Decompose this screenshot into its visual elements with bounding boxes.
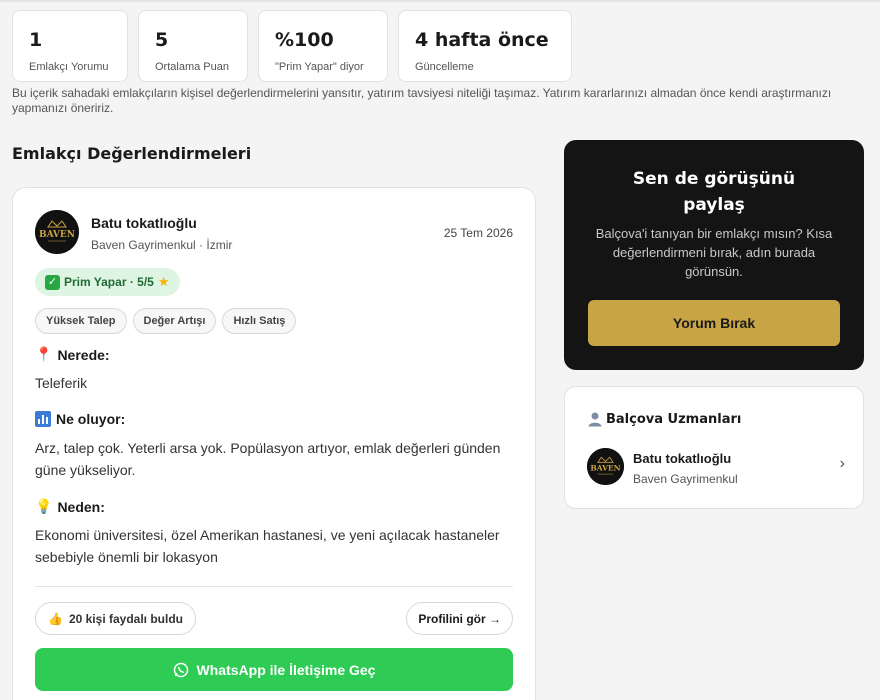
agent-avatar[interactable]: BAVEN	[35, 210, 79, 254]
helpful-label: 20 kişi faydalı buldu	[68, 611, 183, 626]
stat-review-count: 1 Emlakçı Yorumu	[12, 10, 128, 82]
star-icon: ★	[157, 274, 170, 289]
thumbs-up-icon: 👍	[48, 611, 63, 626]
avatar-lettering: BAVEN	[39, 230, 75, 240]
experts-card: Balçova Uzmanları BAVEN Batu tokatlıoğlu…	[564, 386, 864, 509]
tag: Değer Artışı	[132, 308, 217, 334]
why-text: Ekonomi üniversitesi, özel Amerikan hast…	[35, 527, 500, 565]
stat-value: %100	[275, 29, 334, 51]
stat-value: 1	[29, 29, 43, 51]
tag: Yüksek Talep	[35, 308, 127, 334]
tag-list: Yüksek Talep Değer Artışı Hızlı Satış	[35, 308, 297, 334]
review-date: 25 Tem 2026	[443, 226, 513, 240]
what-text: Arz, talep çok. Yeterli arsa yok. Popüla…	[35, 440, 501, 478]
pin-icon: 📍	[35, 346, 53, 362]
chevron-right-icon: ›	[839, 455, 845, 472]
stat-last-update: 4 hafta önce Güncelleme	[398, 10, 572, 82]
stat-label: Güncelleme	[415, 61, 474, 73]
stat-value: 4 hafta önce	[415, 29, 549, 51]
cta-title: Sen de görüşünü paylaş	[564, 166, 864, 218]
stat-label: Emlakçı Yorumu	[29, 61, 109, 73]
what-label: Ne oluyor:	[56, 411, 126, 427]
verdict-text: Prim Yapar · 5/5	[64, 275, 154, 289]
helpful-button[interactable]: 👍 20 kişi faydalı buldu	[35, 602, 196, 635]
stat-prim-yapar-ratio: %100 "Prim Yapar" diyor	[258, 10, 388, 82]
stat-label: Ortalama Puan	[155, 61, 229, 73]
where-label: Nerede:	[57, 346, 110, 363]
verdict-badge: ✓ Prim Yapar · 5/5 ★	[35, 268, 180, 296]
expert-avatar: BAVEN	[587, 448, 624, 485]
lightbulb-icon: 💡	[35, 498, 53, 514]
avatar-lettering: BAVEN	[590, 464, 620, 473]
why-heading: 💡 Neden:	[35, 498, 105, 515]
whatsapp-icon	[173, 662, 188, 677]
stats-row: 1 Emlakçı Yorumu 5 Ortalama Puan %100 "P…	[12, 10, 572, 82]
agent-name[interactable]: Batu tokatlıoğlu	[91, 215, 197, 231]
expert-name: Batu tokatlıoğlu	[633, 451, 732, 466]
whatsapp-label: WhatsApp ile İletişime Geç	[196, 661, 376, 678]
where-heading: 📍 Nerede:	[35, 346, 110, 363]
check-icon: ✓	[45, 274, 60, 290]
expert-list-item[interactable]: BAVEN Batu tokatlıoğlu Baven Gayrimenkul…	[587, 445, 845, 489]
person-icon	[588, 412, 602, 427]
card-divider	[35, 586, 513, 587]
tag: Hızlı Satış	[222, 308, 297, 334]
section-title: Emlakçı Değerlendirmeleri	[12, 144, 252, 163]
baven-logo: BAVEN	[35, 210, 79, 254]
stat-average-score: 5 Ortalama Puan	[138, 10, 248, 82]
disclaimer-text: Bu içerik sahadaki emlakçıların kişisel …	[12, 86, 832, 115]
stat-label: "Prim Yapar" diyor	[275, 61, 364, 73]
leave-review-button[interactable]: Yorum Bırak	[588, 300, 840, 346]
what-heading: Ne oluyor:	[35, 411, 125, 427]
expert-agency: Baven Gayrimenkul	[633, 472, 738, 486]
bar-chart-icon	[35, 411, 51, 427]
experts-title: Balçova Uzmanları	[587, 411, 741, 427]
view-profile-button[interactable]: Profilini gör →	[406, 602, 513, 635]
baven-logo: BAVEN	[587, 448, 624, 485]
review-card: BAVEN Batu tokatlıoğlu Baven Gayrimenkul…	[12, 187, 536, 700]
where-text: Teleferik	[35, 375, 88, 391]
top-divider	[0, 0, 880, 2]
agent-agency: Baven Gayrimenkul · İzmir	[91, 238, 233, 252]
cta-title-line: Sen de görüşünü	[632, 169, 796, 189]
cta-card: Sen de görüşünü paylaş Balçova'i tanıyan…	[564, 140, 864, 370]
why-label: Neden:	[57, 498, 105, 515]
experts-title-text: Balçova Uzmanları	[606, 411, 742, 427]
cta-title-line: paylaş	[683, 195, 745, 215]
whatsapp-contact-button[interactable]: WhatsApp ile İletişime Geç	[35, 648, 513, 691]
cta-text: Balçova'i tanıyan bir emlakçı mısın? Kıs…	[595, 226, 833, 279]
stat-value: 5	[155, 29, 169, 51]
